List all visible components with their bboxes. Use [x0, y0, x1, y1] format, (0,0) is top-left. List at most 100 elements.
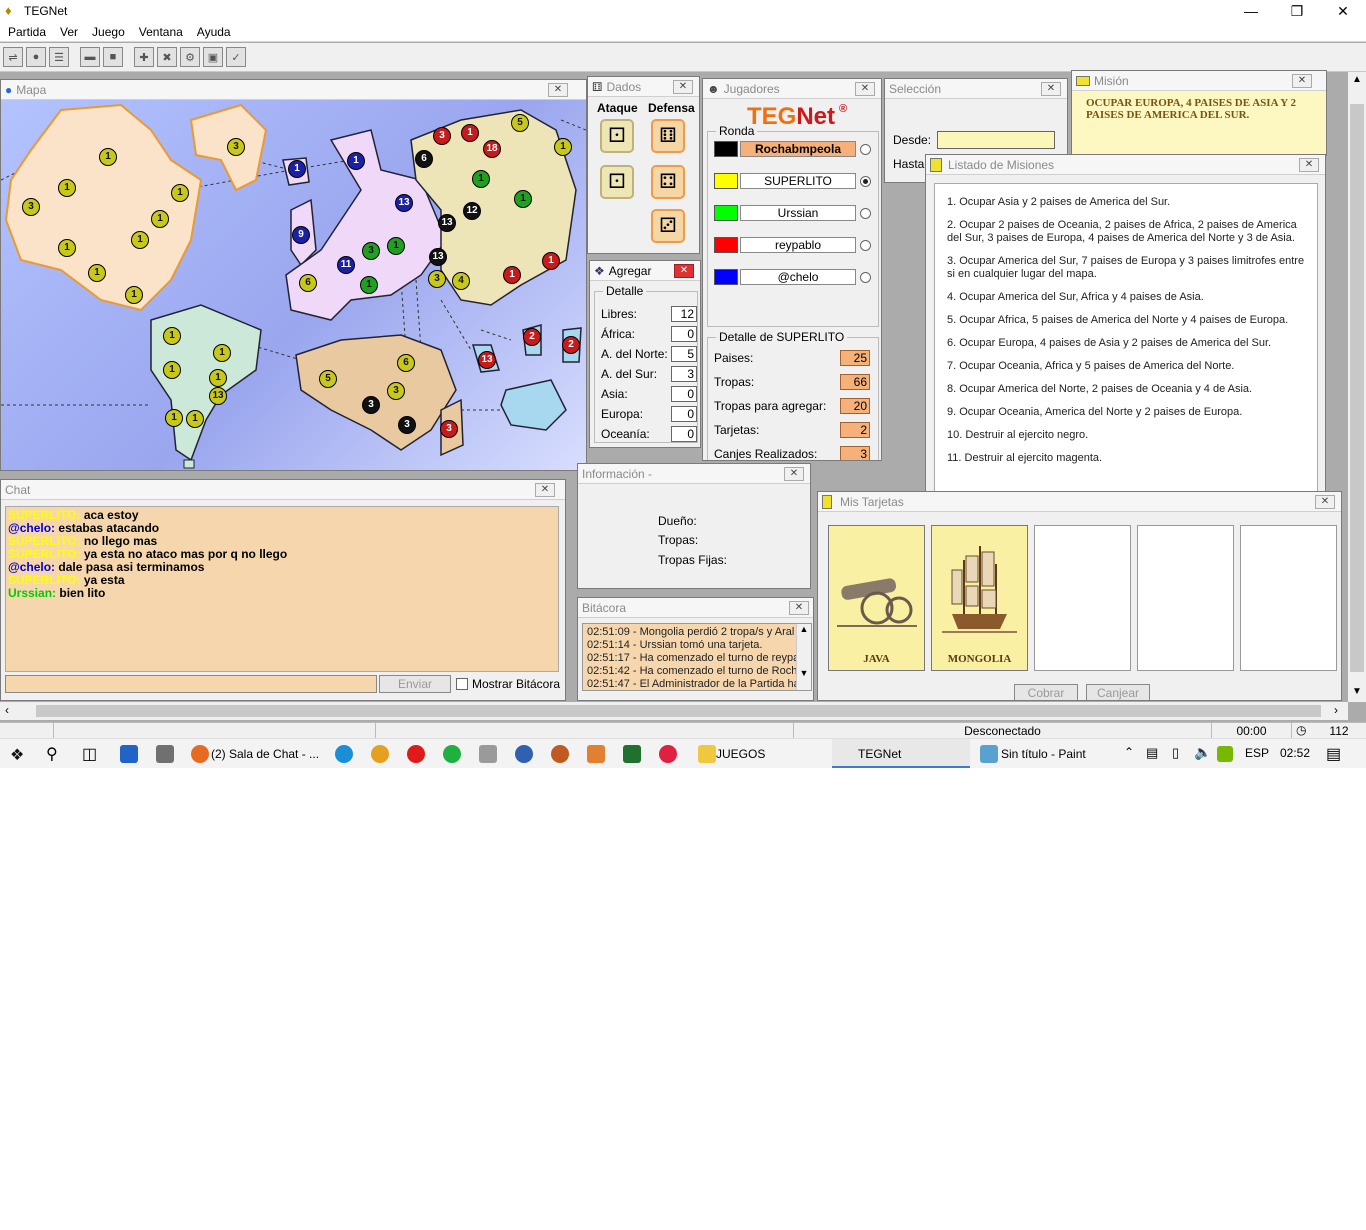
army-marker[interactable]: 5 [511, 114, 529, 132]
army-marker[interactable]: 13 [438, 214, 456, 232]
add-close-button[interactable]: ✕ [674, 264, 694, 278]
world-map[interactable]: 1 3 1 3 1 1 1 1 1 1 1 1 13 9 11 3 1 1 6 3 1 18 5 1 6 1 1 12 13 13 3 4 1 1… [1, 100, 586, 470]
taskbar-chat[interactable]: (2) Sala de Chat - ... [185, 739, 321, 768]
vertical-scroll-thumb[interactable] [1350, 104, 1364, 672]
army-marker[interactable]: 1 [347, 152, 365, 170]
app-icon-3[interactable] [551, 745, 569, 763]
army-marker[interactable]: 1 [171, 184, 189, 202]
task-view-icon[interactable]: ◫ [82, 744, 97, 764]
send-button[interactable]: Enviar [379, 675, 451, 693]
dice-close-button[interactable]: ✕ [673, 80, 693, 94]
scroll-left-icon[interactable]: ‹ [5, 703, 9, 717]
army-marker[interactable]: 13 [429, 248, 447, 266]
window-icon[interactable]: ▬ [80, 47, 100, 67]
card-mongolia[interactable]: MONGOLIA [931, 525, 1028, 671]
player-radio[interactable] [860, 207, 871, 219]
tray-chevron-icon[interactable]: ⌃ [1124, 745, 1134, 759]
players-close-button[interactable]: ✕ [855, 82, 875, 96]
army-marker[interactable]: 6 [415, 150, 433, 168]
horizontal-scroll-thumb[interactable] [36, 705, 1321, 717]
mission-close-button[interactable]: ✕ [1292, 74, 1312, 88]
army-marker[interactable]: 18 [483, 140, 501, 158]
army-marker[interactable]: 3 [22, 198, 40, 216]
end-turn-icon[interactable]: ✓ [226, 47, 246, 67]
app-icon-2[interactable] [515, 745, 533, 763]
army-marker[interactable]: 1 [360, 276, 378, 294]
army-marker[interactable]: 3 [387, 382, 405, 400]
add-row-value[interactable]: 0 [671, 326, 697, 342]
army-marker[interactable]: 5 [319, 370, 337, 388]
army-marker[interactable]: 13 [395, 194, 413, 212]
taskbar-paint[interactable]: Sin título - Paint [975, 739, 1111, 768]
player-row[interactable]: Urssian [714, 204, 871, 222]
usb-icon[interactable]: ▯ [1172, 745, 1179, 761]
info-close-button[interactable]: ✕ [784, 467, 804, 481]
connect-icon[interactable]: ⇌ [3, 47, 23, 67]
horizontal-scrollbar[interactable]: ‹ › [0, 702, 1348, 720]
player-radio[interactable] [860, 271, 871, 283]
app-icon-6[interactable] [659, 745, 677, 763]
add-icon[interactable]: ✚ [134, 47, 154, 67]
add-row-value[interactable]: 0 [671, 406, 697, 422]
store-icon[interactable] [120, 745, 138, 763]
menu-partida[interactable]: Partida [8, 25, 46, 39]
add-row-value[interactable]: 0 [671, 426, 697, 442]
army-marker[interactable]: 1 [165, 409, 183, 427]
card-java[interactable]: JAVA [828, 525, 925, 671]
army-marker[interactable]: 3 [227, 138, 245, 156]
show-log-checkbox[interactable] [456, 678, 468, 690]
scroll-down-icon[interactable]: ▼ [1352, 686, 1362, 697]
attack-icon[interactable]: ✖ [157, 47, 177, 67]
army-marker[interactable]: 1 [88, 264, 106, 282]
player-row[interactable]: SUPERLITO [714, 172, 871, 190]
player-row[interactable]: reypablo [714, 236, 871, 254]
army-marker[interactable]: 1 [461, 124, 479, 142]
army-marker[interactable]: 6 [397, 354, 415, 372]
army-marker[interactable]: 1 [387, 237, 405, 255]
army-marker[interactable]: 13 [478, 351, 496, 369]
restore-button[interactable]: ❐ [1274, 0, 1320, 22]
army-marker[interactable]: 3 [362, 396, 380, 414]
start-icon[interactable]: ❖ [10, 745, 24, 765]
army-marker[interactable]: 1 [131, 231, 149, 249]
army-marker[interactable]: 1 [151, 210, 169, 228]
army-marker[interactable]: 6 [299, 274, 317, 292]
network-icon[interactable]: ▤ [1146, 745, 1158, 761]
army-marker[interactable]: 1 [542, 252, 560, 270]
chat-input[interactable] [5, 675, 377, 693]
army-marker[interactable]: 1 [503, 266, 521, 284]
army-marker[interactable]: 1 [58, 239, 76, 257]
selection-close-button[interactable]: ✕ [1041, 82, 1061, 96]
app-icon-5[interactable] [623, 745, 641, 763]
card-icon[interactable]: ▣ [203, 47, 223, 67]
close-window-button[interactable]: ✕ [1320, 0, 1366, 22]
log-close-button[interactable]: ✕ [789, 601, 809, 615]
menu-ayuda[interactable]: Ayuda [197, 25, 231, 39]
taskbar-clock[interactable]: 02:52 [1280, 746, 1310, 760]
menu-ver[interactable]: Ver [60, 25, 78, 39]
taskbar-juegos[interactable]: JUEGOS [690, 739, 826, 768]
army-marker[interactable]: 2 [562, 336, 580, 354]
army-marker[interactable]: 1 [209, 369, 227, 387]
army-marker[interactable]: 3 [433, 127, 451, 145]
notifications-icon[interactable]: ▤ [1326, 744, 1341, 764]
add-row-value[interactable]: 3 [671, 366, 697, 382]
player-radio[interactable] [860, 143, 871, 155]
army-marker[interactable]: 13 [209, 387, 227, 405]
log-scrollbar[interactable]: ▲ ▼ [796, 624, 811, 690]
whatsapp-icon[interactable] [443, 745, 461, 763]
army-marker[interactable]: 1 [163, 327, 181, 345]
missions-close-button[interactable]: ✕ [1299, 158, 1319, 172]
stop-icon[interactable]: ■ [103, 47, 123, 67]
menu-juego[interactable]: Juego [92, 25, 125, 39]
add-row-value[interactable]: 12 [671, 306, 697, 322]
exchange-button[interactable]: Canjear [1086, 684, 1150, 700]
army-marker[interactable]: 1 [288, 160, 306, 178]
chrome-icon[interactable] [371, 745, 389, 763]
edge-icon[interactable] [335, 745, 353, 763]
collect-button[interactable]: Cobrar [1014, 684, 1078, 700]
opera-icon[interactable] [407, 745, 425, 763]
app-icon-4[interactable] [587, 745, 605, 763]
scroll-up-icon[interactable]: ▲ [1352, 74, 1362, 85]
chat-close-button[interactable]: ✕ [535, 483, 555, 497]
